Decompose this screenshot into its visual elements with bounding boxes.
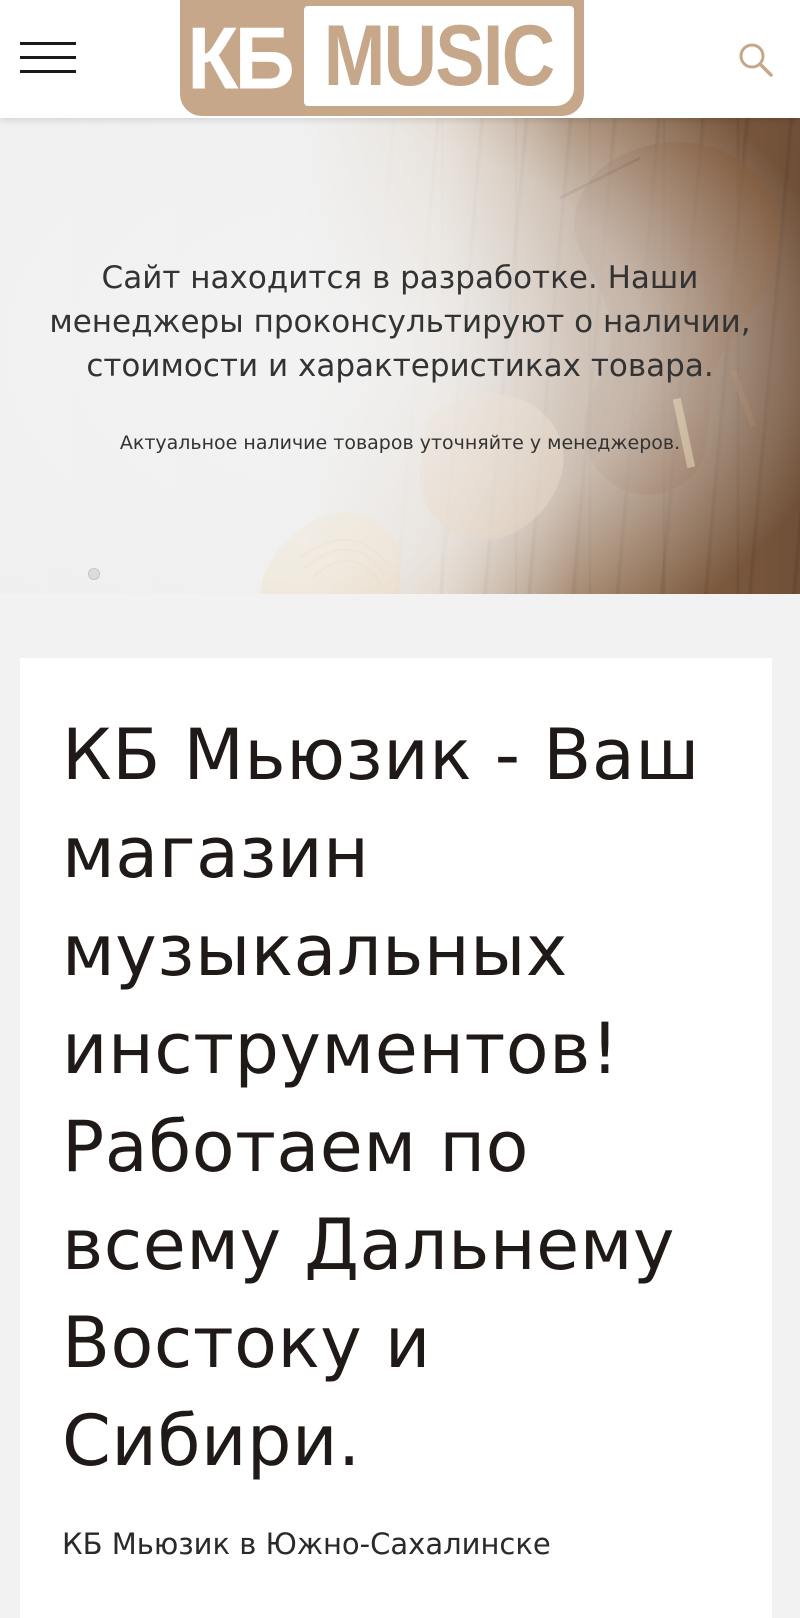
intro-text: КБ Мьюзик в Южно-Сахалинске [62,1527,551,1561]
logo-kb-text: КБ [187,8,295,108]
hero-banner: Сайт находится в разработке. Наши менедж… [0,118,800,594]
slider-dot[interactable] [88,568,100,580]
site-header: КБ MUSIC [0,0,800,118]
menu-bar-top [20,42,76,45]
content-card: КБ Мьюзик - Ваш магазин музыкальных инст… [20,658,772,1618]
logo-music-box: MUSIC [304,6,574,106]
menu-bar-bottom [20,70,76,73]
page-heading: КБ Мьюзик - Ваш магазин музыкальных инст… [62,714,700,1482]
search-icon[interactable] [736,40,776,80]
site-logo[interactable]: КБ MUSIC [180,0,584,116]
hero-subtitle: Актуальное наличие товаров уточняйте у м… [119,432,681,454]
menu-bar-middle [20,56,76,59]
hero-title: Сайт находится в разработке. Наши менедж… [49,260,751,384]
hamburger-menu-icon[interactable] [20,40,76,76]
logo-music-text: MUSIC [324,8,555,104]
